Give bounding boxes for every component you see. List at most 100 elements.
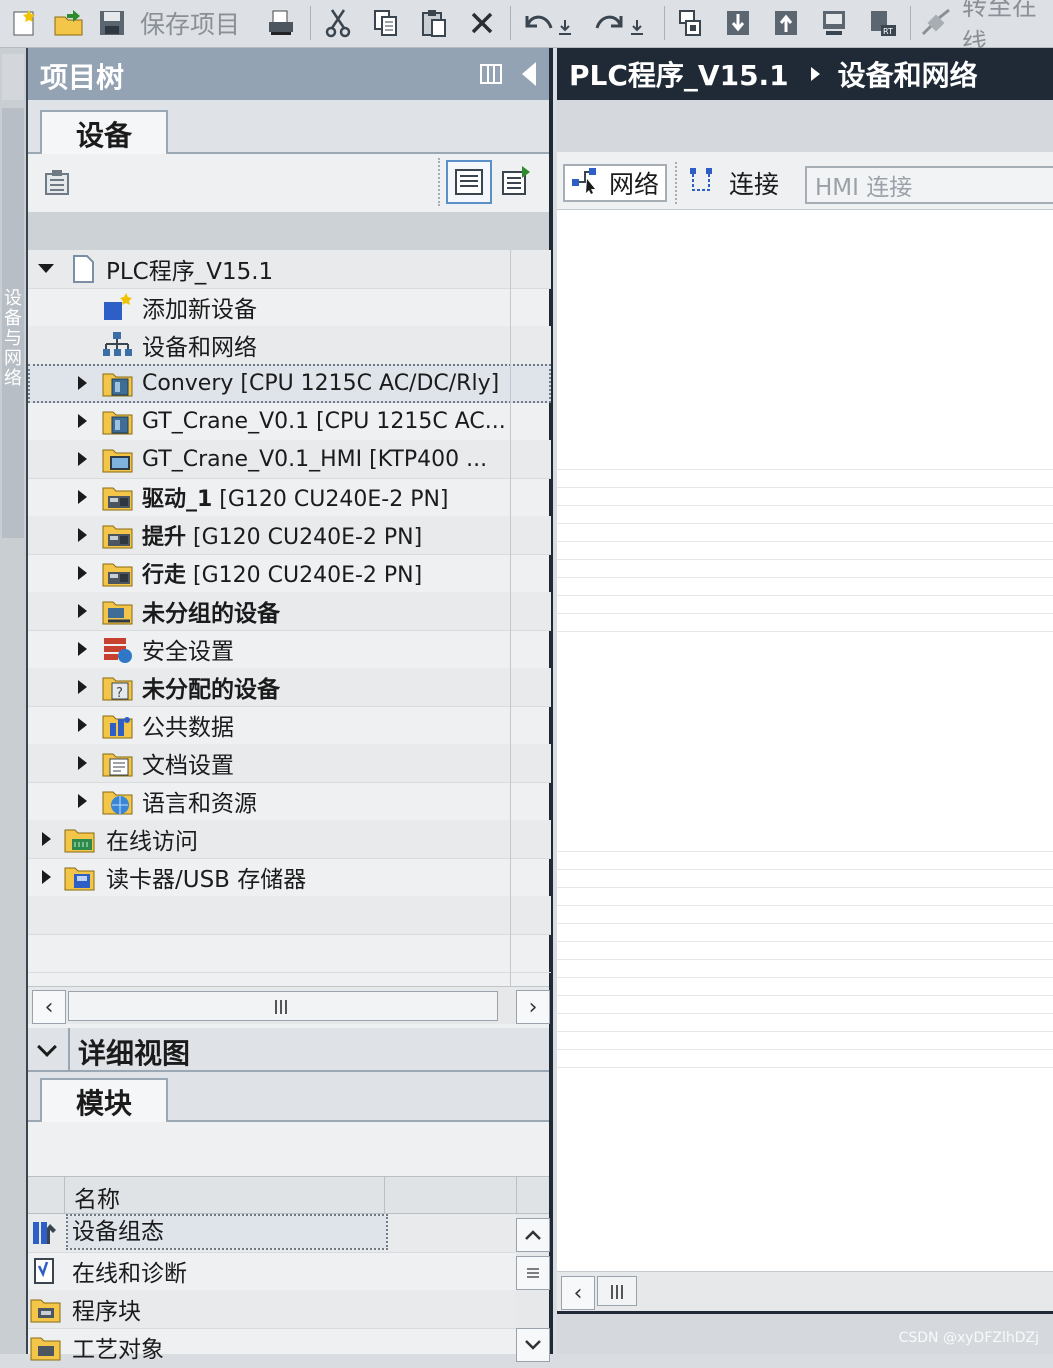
tree-item-ungrouped-devices[interactable]: 未分组的设备 [28, 592, 551, 631]
save-project-label[interactable]: 保存项目 [140, 6, 240, 40]
security-icon [102, 634, 132, 664]
list-view-icon[interactable] [446, 160, 492, 204]
breadcrumb-project[interactable]: PLC程序_V15.1 [569, 54, 789, 94]
scroll-thumb[interactable] [597, 1276, 637, 1306]
expand-arrow-icon[interactable] [78, 794, 87, 808]
expand-arrow-icon[interactable] [78, 376, 87, 390]
technology-objects-icon [30, 1332, 61, 1362]
network-view-button[interactable]: 网络 [563, 164, 667, 202]
document-settings-icon [102, 748, 133, 778]
tree-item-security-settings[interactable]: 安全设置 [28, 630, 551, 669]
network-canvas[interactable] [557, 211, 1053, 1271]
tab-devices[interactable]: 设备 [40, 110, 168, 156]
delete-icon[interactable] [464, 6, 500, 40]
details-row-label: 程序块 [72, 1299, 141, 1325]
watermark: CSDN @xyDFZlhDZj [898, 1330, 1039, 1346]
expand-arrow-icon[interactable] [78, 604, 87, 618]
tree-item-label: 读卡器/USB 存储器 [106, 867, 307, 893]
scroll-up-icon[interactable] [516, 1218, 550, 1252]
connections-button[interactable]: 连接 [687, 164, 779, 202]
scroll-down-icon[interactable] [516, 1328, 550, 1362]
scroll-right-icon[interactable]: › [516, 990, 550, 1024]
expand-arrow-icon[interactable] [78, 528, 87, 542]
details-row-device-config[interactable]: 设备组态 [28, 1214, 516, 1253]
tree-item-label: GT_Crane_V0.1_HMI [KTP400 ... [142, 446, 488, 472]
paste-icon[interactable] [416, 6, 452, 40]
overview-icon[interactable] [500, 164, 534, 202]
tree-horizontal-scrollbar[interactable]: ‹ › [28, 986, 550, 1024]
details-vertical-scrollbar[interactable] [516, 1214, 550, 1362]
details-row-program-blocks[interactable]: 程序块 [28, 1290, 516, 1329]
tree-item-hmi[interactable]: GT_Crane_V0.1_HMI [KTP400 ... [28, 440, 551, 479]
download-to-device-icon[interactable] [720, 6, 756, 40]
go-online-icon[interactable] [916, 6, 956, 40]
tree-item-add-device[interactable]: 添加新设备 [28, 288, 551, 327]
tree-item-documentation-settings[interactable]: 文档设置 [28, 744, 551, 783]
tab-modules[interactable]: 模块 [40, 1078, 168, 1124]
collapse-panel-icon[interactable] [522, 62, 536, 86]
tree-item-unassigned-devices[interactable]: ? 未分配的设备 [28, 668, 551, 707]
scroll-thumb[interactable] [516, 1256, 550, 1290]
device-type: [G120 CU240E-2 PN] [186, 525, 423, 550]
save-icon[interactable] [94, 6, 130, 40]
tree-item-drive-1[interactable]: 驱动_1 [G120 CU240E-2 PN] [28, 478, 551, 517]
expand-arrow-icon[interactable] [42, 832, 51, 846]
tree-item-languages-resources[interactable]: 语言和资源 [28, 782, 551, 821]
properties-icon[interactable] [42, 168, 74, 202]
print-icon[interactable] [262, 6, 300, 40]
tree-item-project[interactable]: PLC程序_V15.1 [28, 250, 551, 289]
cut-icon[interactable] [320, 6, 356, 40]
tree-item-common-data[interactable]: 公共数据 [28, 706, 551, 745]
tree-item-hoist[interactable]: 提升 [G120 CU240E-2 PN] [28, 516, 551, 555]
collapse-arrow-icon[interactable] [38, 264, 54, 273]
connection-type-select[interactable]: HMI 连接 [805, 166, 1053, 204]
details-row-technology-objects[interactable]: 工艺对象 [28, 1328, 516, 1367]
expand-arrow-icon[interactable] [78, 566, 87, 580]
network-label: 网络 [609, 170, 660, 199]
scroll-left-icon[interactable]: ‹ [561, 1276, 595, 1310]
details-row-label: 工艺对象 [72, 1337, 164, 1363]
project-icon [68, 254, 98, 284]
expand-arrow-icon[interactable] [78, 642, 87, 656]
scroll-thumb[interactable] [68, 991, 498, 1021]
expand-arrow-icon[interactable] [78, 680, 87, 694]
details-row-online-diagnostics[interactable]: 在线和诊断 [28, 1252, 516, 1291]
upload-from-device-icon[interactable] [768, 6, 804, 40]
editor-horizontal-scrollbar[interactable]: ‹ [557, 1271, 1053, 1311]
layout-toggle-icon[interactable] [480, 64, 502, 84]
tree-item-devices-networks[interactable]: 设备和网络 [28, 326, 551, 365]
expand-arrow-icon[interactable] [42, 870, 51, 884]
undo-icon[interactable] [518, 6, 578, 40]
details-view-header[interactable]: 详细视图 [28, 1028, 549, 1072]
simulation-icon[interactable] [816, 6, 852, 40]
expand-arrow-icon[interactable] [78, 452, 87, 466]
tree-item-travel[interactable]: 行走 [G120 CU240E-2 PN] [28, 554, 551, 593]
tree-item-card-reader[interactable]: 读卡器/USB 存储器 [28, 858, 551, 897]
go-online-label[interactable]: 转至在线 [962, 0, 1053, 57]
tree-item-plc-gt-crane[interactable]: GT_Crane_V0.1 [CPU 1215C AC... [28, 402, 551, 441]
column-header-name[interactable]: 名称 [74, 1180, 120, 1214]
expand-arrow-icon[interactable] [78, 490, 87, 504]
compile-icon[interactable] [672, 6, 708, 40]
tree-item-label: 安全设置 [142, 639, 234, 665]
project-tree: PLC程序_V15.1 添加新设备 设备和网络 Convery [CPU 121… [28, 250, 551, 986]
breadcrumb-page: 设备和网络 [837, 59, 978, 92]
chevron-down-icon[interactable] [37, 1037, 57, 1057]
new-project-icon[interactable] [6, 6, 42, 40]
open-project-icon[interactable] [50, 6, 88, 40]
tree-item-plc-convery[interactable]: Convery [CPU 1215C AC/DC/Rly] [28, 364, 551, 403]
tree-item-online-access[interactable]: 在线访问 [28, 820, 551, 859]
runtime-icon[interactable]: RT [864, 6, 902, 40]
tree-item-label: PLC程序_V15.1 [106, 259, 274, 285]
redo-icon[interactable] [588, 6, 652, 40]
portal-view-label[interactable]: 设备与网络 [1, 288, 24, 388]
devices-networks-editor: PLC程序_V15.1 设备和网络 网络 连接 HMI 连接 ‹ CSDN @x… [557, 48, 1053, 1354]
ungrouped-folder-icon [102, 596, 133, 626]
tree-item-label: 在线访问 [106, 829, 198, 855]
scroll-left-icon[interactable]: ‹ [32, 990, 66, 1024]
details-view-panel: 详细视图 模块 名称 设备组态 在线和诊断 程序块 工艺对象 [28, 1028, 553, 1367]
expand-arrow-icon[interactable] [78, 414, 87, 428]
expand-arrow-icon[interactable] [78, 718, 87, 732]
copy-icon[interactable] [368, 6, 404, 40]
expand-arrow-icon[interactable] [78, 756, 87, 770]
